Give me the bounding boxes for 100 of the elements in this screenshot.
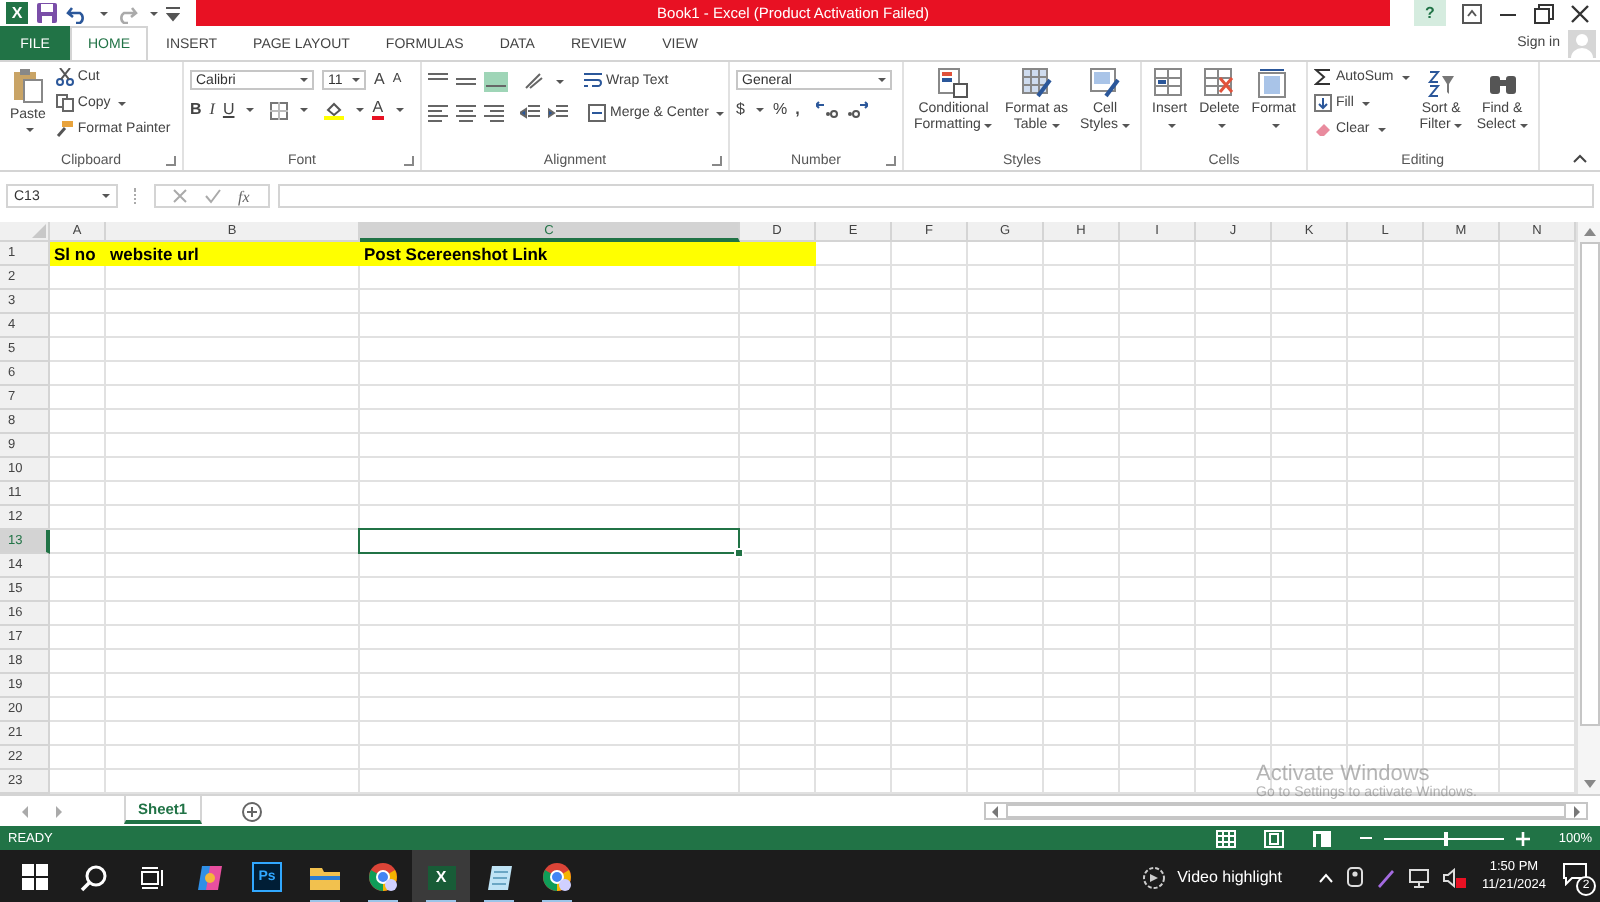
zoom-in-icon[interactable] (1516, 831, 1531, 845)
scroll-thumb[interactable] (1579, 242, 1599, 726)
normal-view-icon[interactable] (1216, 829, 1237, 847)
scroll-thumb[interactable] (1006, 804, 1566, 818)
align-right-icon[interactable] (484, 104, 504, 122)
folder-icon (310, 865, 340, 889)
caret-icon (1377, 127, 1386, 131)
font-color-button[interactable]: A (372, 100, 384, 120)
fill-handle[interactable] (734, 548, 744, 558)
selected-cell[interactable] (358, 528, 740, 554)
caret-icon (1401, 75, 1410, 79)
notepad-icon (485, 863, 513, 891)
vertical-scrollbar[interactable] (1576, 222, 1600, 794)
page-layout-icon[interactable] (1264, 829, 1285, 847)
message-icon (1562, 862, 1588, 886)
help-button[interactable]: ? (1414, 0, 1446, 26)
conditional-formatting-icon (938, 68, 969, 98)
underline-button[interactable]: U (222, 102, 235, 118)
formula-input[interactable] (278, 184, 1594, 208)
middle-align-icon[interactable] (456, 72, 476, 90)
browser-icon (368, 862, 398, 892)
bold-button[interactable]: B (190, 102, 202, 118)
customize-toolbar-icon[interactable] (166, 5, 180, 21)
dialog-launcher-icon[interactable] (886, 156, 896, 166)
scissors-icon (55, 68, 74, 86)
collapse-ribbon-icon[interactable] (1572, 152, 1588, 164)
scroll-right-icon[interactable] (1570, 805, 1582, 817)
caret-icon (878, 78, 886, 82)
align-left-icon[interactable] (428, 104, 448, 122)
dialog-launcher-icon[interactable] (404, 156, 414, 166)
caret-icon (150, 11, 158, 15)
italic-button[interactable]: I (209, 102, 215, 118)
caret-icon (25, 128, 34, 133)
caret-icon (1519, 123, 1528, 128)
caret-icon (102, 194, 110, 198)
dialog-launcher-icon[interactable] (166, 156, 176, 166)
caret-icon (352, 78, 360, 82)
orientation-icon[interactable] (524, 72, 544, 90)
camera-icon[interactable] (1345, 866, 1364, 888)
task-view-icon (139, 865, 163, 889)
save-icon[interactable] (36, 2, 58, 24)
volume-muted-icon[interactable] (1441, 867, 1466, 887)
currency-button[interactable]: $ (736, 101, 745, 117)
merge-icon (588, 104, 606, 122)
copilot-icon (195, 863, 223, 891)
format-cells-icon (1258, 68, 1289, 98)
paintbrush-icon (55, 120, 74, 138)
sort-filter-icon (1426, 68, 1457, 98)
caret-icon (395, 108, 404, 112)
caret-icon (1271, 123, 1280, 128)
widget-text[interactable]: Video highlight (1177, 868, 1282, 886)
chevron-up-icon[interactable] (1317, 871, 1334, 883)
fill-down-icon (1313, 94, 1332, 112)
fill-color-icon[interactable] (324, 100, 345, 120)
dialog-launcher-icon[interactable] (712, 156, 722, 166)
bottom-align-icon[interactable] (484, 71, 508, 91)
caret-icon (1361, 101, 1370, 105)
decrease-indent-icon[interactable] (520, 104, 540, 122)
caret-icon (1167, 123, 1176, 128)
video-highlight-icon[interactable] (1141, 865, 1166, 889)
taskbar-app[interactable]: X (412, 850, 470, 902)
insert-function-button[interactable]: fx (238, 187, 250, 205)
delete-cells-icon (1204, 68, 1235, 98)
undo-icon[interactable] (66, 3, 88, 23)
increase-indent-icon[interactable] (548, 104, 568, 122)
add-sheet-icon[interactable] (241, 801, 262, 821)
close-icon[interactable] (1570, 3, 1590, 23)
eraser-icon (1313, 120, 1332, 138)
sigma-icon (1313, 68, 1332, 86)
align-center-icon[interactable] (456, 104, 476, 122)
caret-icon (716, 111, 725, 115)
caret-icon (556, 79, 564, 83)
table-cell: Post Scereenshot Link (360, 242, 740, 266)
increase-decimal-icon[interactable] (815, 100, 838, 118)
excel-icon: X (427, 865, 455, 889)
browser-icon (542, 862, 572, 892)
borders-icon[interactable] (270, 101, 289, 119)
horizontal-scrollbar[interactable] (984, 802, 1588, 820)
grow-font-button[interactable]: A (374, 72, 385, 88)
table-cell: website url (106, 242, 360, 266)
caret-icon (300, 78, 308, 82)
insert-cells-icon (1154, 68, 1185, 98)
ribbon-display-icon[interactable] (1462, 3, 1482, 23)
scroll-down-icon[interactable] (1581, 778, 1597, 790)
comma-button[interactable]: , (795, 101, 800, 117)
percent-button[interactable]: % (772, 101, 788, 117)
wrap-text-icon (584, 72, 602, 90)
scroll-left-icon[interactable] (990, 805, 1002, 817)
restore-icon[interactable] (1534, 3, 1554, 23)
network-icon[interactable] (1407, 867, 1430, 887)
zoom-slider-thumb[interactable] (1444, 831, 1449, 845)
decrease-decimal-icon[interactable] (845, 100, 868, 118)
activation-notice-title: Activate Windows (1256, 762, 1430, 786)
page-break-icon[interactable] (1312, 829, 1333, 847)
scroll-up-icon[interactable] (1581, 226, 1597, 238)
table-cell: Sl no (50, 242, 106, 266)
pen-icon[interactable] (1375, 867, 1396, 887)
copy-icon (55, 94, 74, 112)
zoom-out-icon[interactable] (1360, 832, 1373, 844)
caret-icon (1051, 123, 1060, 128)
